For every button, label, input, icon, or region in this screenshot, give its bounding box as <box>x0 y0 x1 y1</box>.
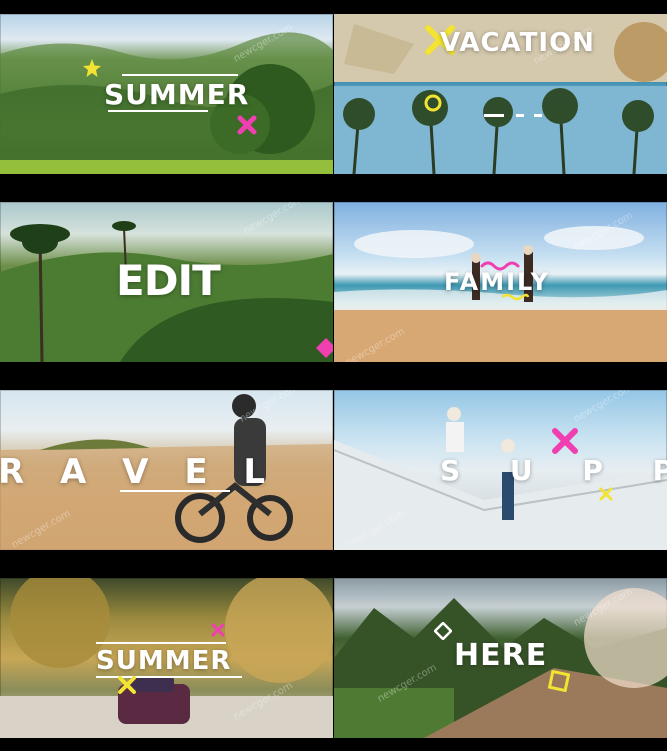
tile-caption: SUMMER <box>104 78 250 111</box>
tile-caption: HERE <box>454 638 548 673</box>
cross-icon <box>552 428 578 454</box>
tile-caption: S U P P O <box>440 454 667 487</box>
cross-icon <box>599 487 613 501</box>
diamond-icon <box>434 622 452 640</box>
travel-motorbike-tile: R A V E L newcger.com newcger.com <box>0 390 333 550</box>
dash-mark <box>484 114 504 117</box>
tile-caption: VACATION <box>440 28 595 58</box>
star-icon <box>83 59 101 77</box>
summer-landscape-tile: SUMMER newcger.com <box>0 14 333 174</box>
here-mountain-tile: HERE newcger.com newcger.com <box>334 578 667 738</box>
tile-caption: R A V E L <box>0 452 278 492</box>
tile-caption: EDIT <box>116 256 221 305</box>
caption-top-line <box>122 74 238 76</box>
ring-icon <box>424 94 442 112</box>
diamond-icon <box>316 338 333 358</box>
vacation-tile: VACATION newcger.com <box>334 14 667 174</box>
family-beach-tile: FAMILY newcger.com newcger.com <box>334 202 667 362</box>
dash-mark <box>516 114 524 117</box>
support-rooftop-tile: S U P P O newcger.com newcger.com <box>334 390 667 550</box>
square-icon <box>548 670 570 692</box>
caption-top-line <box>96 642 226 644</box>
cross-icon <box>211 623 225 637</box>
caption-bottom-line <box>108 110 208 112</box>
cross-icon <box>118 676 136 694</box>
summer-autumn-tile: SUMMER newcger.com <box>0 578 333 738</box>
wave-icon <box>501 293 530 301</box>
dash-mark <box>534 114 542 117</box>
tile-caption: SUMMER <box>96 646 232 676</box>
caption-underline <box>120 490 230 492</box>
tile-caption: FAMILY <box>444 268 550 296</box>
cross-icon <box>237 115 257 135</box>
edit-tile: EDIT newcger.com <box>0 202 333 362</box>
